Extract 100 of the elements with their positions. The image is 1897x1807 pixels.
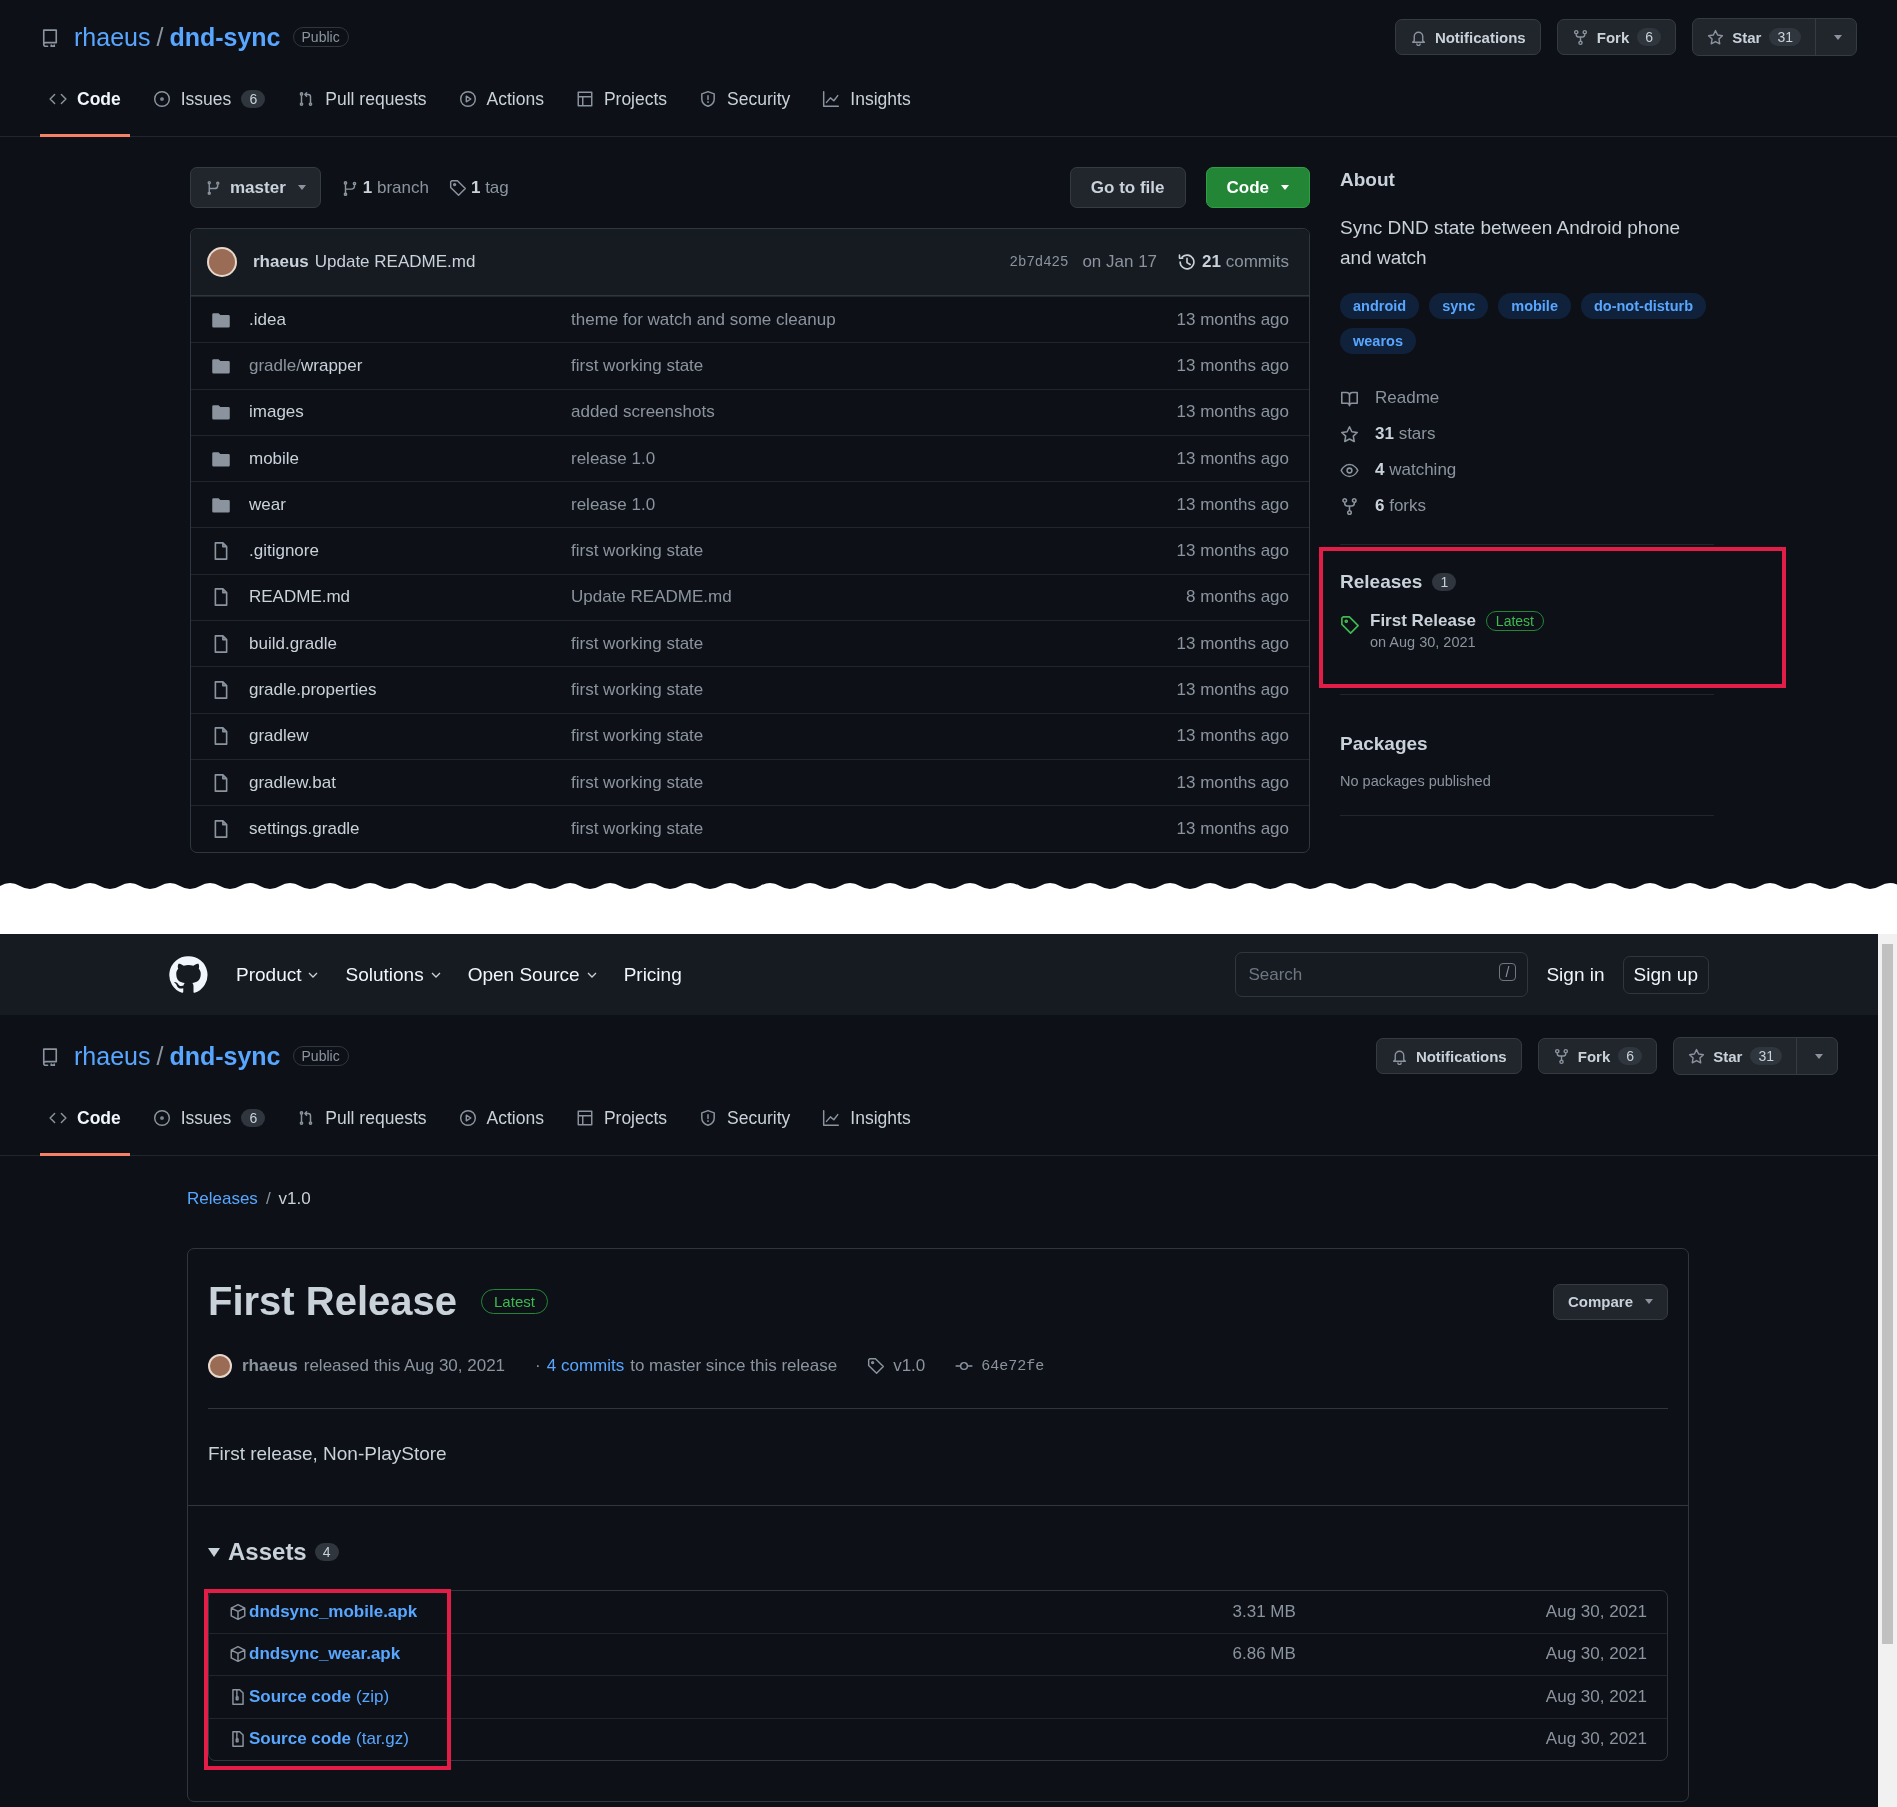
- commit-message-link[interactable]: release 1.0: [571, 494, 1177, 515]
- repo-tab[interactable]: Code: [40, 1083, 130, 1156]
- repo-name-link[interactable]: dnd-sync: [169, 22, 281, 52]
- notifications-button[interactable]: Notifications: [1375, 1038, 1522, 1074]
- nav-menu-item[interactable]: Product: [236, 963, 322, 986]
- file-name-link[interactable]: README.md: [249, 587, 571, 608]
- repo-tab[interactable]: Pull requests: [288, 64, 436, 137]
- commit-message-link[interactable]: Update README.md: [314, 252, 476, 272]
- counter: 31: [1750, 1047, 1782, 1065]
- shortcut-key-hint: /: [1498, 963, 1517, 981]
- tag-link[interactable]: v1.0: [867, 1356, 926, 1376]
- file-name-link[interactable]: images: [249, 402, 571, 423]
- asset-download-link[interactable]: dndsync_wear.apk: [249, 1644, 401, 1665]
- notifications-button[interactable]: Notifications: [1394, 19, 1541, 55]
- commit-message-link[interactable]: first working state: [571, 633, 1177, 654]
- file-name-link[interactable]: .gitignore: [249, 541, 571, 562]
- nav-menu-item[interactable]: Pricing: [623, 963, 682, 986]
- commit-message-link[interactable]: release 1.0: [571, 448, 1177, 469]
- repo-tab[interactable]: Security: [690, 1083, 800, 1156]
- commits-link[interactable]: 4 commits: [546, 1356, 625, 1376]
- star-button[interactable]: Star 31: [1693, 19, 1815, 55]
- fork-button[interactable]: Fork 6: [1537, 1038, 1658, 1074]
- zip-file-icon: [229, 1687, 247, 1706]
- nav-menu-item[interactable]: Open Source: [467, 963, 600, 986]
- repo-tab[interactable]: Insights: [813, 64, 920, 137]
- owner-link[interactable]: rhaeus: [74, 22, 151, 52]
- releases-heading-link[interactable]: Releases: [1340, 571, 1423, 593]
- commit-message-link[interactable]: first working state: [571, 355, 1177, 376]
- owner-link[interactable]: rhaeus: [74, 1041, 151, 1071]
- counter: 6: [241, 1109, 266, 1127]
- commit-message-link[interactable]: first working state: [571, 818, 1177, 839]
- topic-tag[interactable]: mobile: [1498, 293, 1571, 319]
- repo-name-link[interactable]: dnd-sync: [169, 1041, 281, 1071]
- asset-download-link[interactable]: dndsync_mobile.apk: [249, 1601, 418, 1622]
- scrollbar[interactable]: [1878, 934, 1897, 1807]
- repo-tab[interactable]: Actions: [449, 1083, 553, 1156]
- repo-tab[interactable]: Pull requests: [288, 1083, 436, 1156]
- repo-tab[interactable]: Issues 6: [143, 1083, 275, 1156]
- file-name-link[interactable]: .idea: [249, 309, 571, 330]
- repo-tab[interactable]: Insights: [813, 1083, 920, 1156]
- sign-up-button[interactable]: Sign up: [1622, 955, 1709, 994]
- commit-author-link[interactable]: rhaeus: [253, 252, 309, 272]
- asset-download-link[interactable]: Source code (tar.gz): [249, 1729, 409, 1750]
- file-name-link[interactable]: gradle/wrapper: [249, 355, 571, 376]
- file-name-link[interactable]: wear: [249, 494, 571, 515]
- topic-tag[interactable]: sync: [1429, 293, 1489, 319]
- tag-icon: [448, 178, 467, 197]
- branch-select-button[interactable]: master: [190, 167, 321, 208]
- branches-link[interactable]: 1 branch: [340, 177, 429, 198]
- assets-toggle[interactable]: Assets 4: [188, 1506, 1688, 1566]
- topic-tag[interactable]: android: [1340, 293, 1420, 319]
- repo-tab[interactable]: Security: [690, 64, 800, 137]
- repo-stat-link[interactable]: 4 watching: [1340, 452, 1714, 488]
- repo-tab[interactable]: Issues 6: [143, 64, 275, 137]
- nav-menu-item[interactable]: Solutions: [345, 963, 444, 986]
- releases-breadcrumb-link[interactable]: Releases: [187, 1189, 258, 1209]
- repo-tab[interactable]: Actions: [449, 64, 553, 137]
- file-name-link[interactable]: gradlew: [249, 726, 571, 747]
- topic-tag[interactable]: do-not-disturb: [1580, 293, 1707, 319]
- commit-message-link[interactable]: first working state: [571, 680, 1177, 700]
- topic-tag[interactable]: wearos: [1340, 328, 1416, 354]
- file-name-link[interactable]: settings.gradle: [249, 818, 571, 839]
- code-button[interactable]: Code: [1205, 167, 1310, 208]
- commit-hash-link[interactable]: 64e72fe: [955, 1357, 1045, 1375]
- sign-in-link[interactable]: Sign in: [1546, 963, 1605, 986]
- asset-download-link[interactable]: Source code (zip): [249, 1686, 390, 1707]
- repo-stat-link[interactable]: Readme: [1340, 380, 1714, 416]
- commit-message-link[interactable]: first working state: [571, 772, 1177, 793]
- commit-message-link[interactable]: added screenshots: [571, 402, 1177, 423]
- asset-date: Aug 30, 2021: [1545, 1644, 1647, 1665]
- file-name-link[interactable]: gradle.properties: [249, 680, 571, 700]
- author-link[interactable]: rhaeus: [242, 1356, 298, 1376]
- table-icon: [575, 90, 594, 108]
- commit-message-link[interactable]: first working state: [571, 726, 1177, 747]
- repo-tab[interactable]: Projects: [566, 1083, 677, 1156]
- tags-link[interactable]: 1 tag: [448, 177, 509, 198]
- file-name-link[interactable]: mobile: [249, 448, 571, 469]
- commits-link[interactable]: 21 commits: [1177, 252, 1289, 272]
- counter: 31: [1769, 28, 1801, 46]
- commit-message-link[interactable]: theme for watch and some cleanup: [571, 309, 1177, 330]
- release-name-link[interactable]: First Release: [1370, 611, 1476, 631]
- go-to-file-button[interactable]: Go to file: [1069, 167, 1186, 208]
- star-button[interactable]: Star 31: [1674, 1038, 1796, 1074]
- compare-button[interactable]: Compare: [1552, 1283, 1668, 1320]
- repo-tab[interactable]: Code: [40, 64, 130, 137]
- fork-button[interactable]: Fork 6: [1556, 19, 1677, 55]
- file-name-link[interactable]: gradlew.bat: [249, 772, 571, 793]
- repo-stat-link[interactable]: 6 forks: [1340, 488, 1714, 524]
- logo-icon[interactable]: [168, 954, 208, 995]
- repo-tab[interactable]: Projects: [566, 64, 677, 137]
- commit-message-link[interactable]: Update README.md: [571, 587, 1186, 608]
- file-name-link[interactable]: build.gradle: [249, 633, 571, 654]
- commit-message-link[interactable]: first working state: [571, 541, 1177, 562]
- commit-age: 13 months ago: [1176, 680, 1289, 700]
- packages-heading-link[interactable]: Packages: [1340, 733, 1714, 755]
- commit-age: 13 months ago: [1176, 541, 1289, 562]
- repo-stat-link[interactable]: 31 stars: [1340, 416, 1714, 452]
- counter: 6: [1637, 28, 1662, 46]
- commit-hash-link[interactable]: 2b7d425: [1009, 254, 1069, 270]
- commits-since-text: to master since this release: [630, 1356, 838, 1376]
